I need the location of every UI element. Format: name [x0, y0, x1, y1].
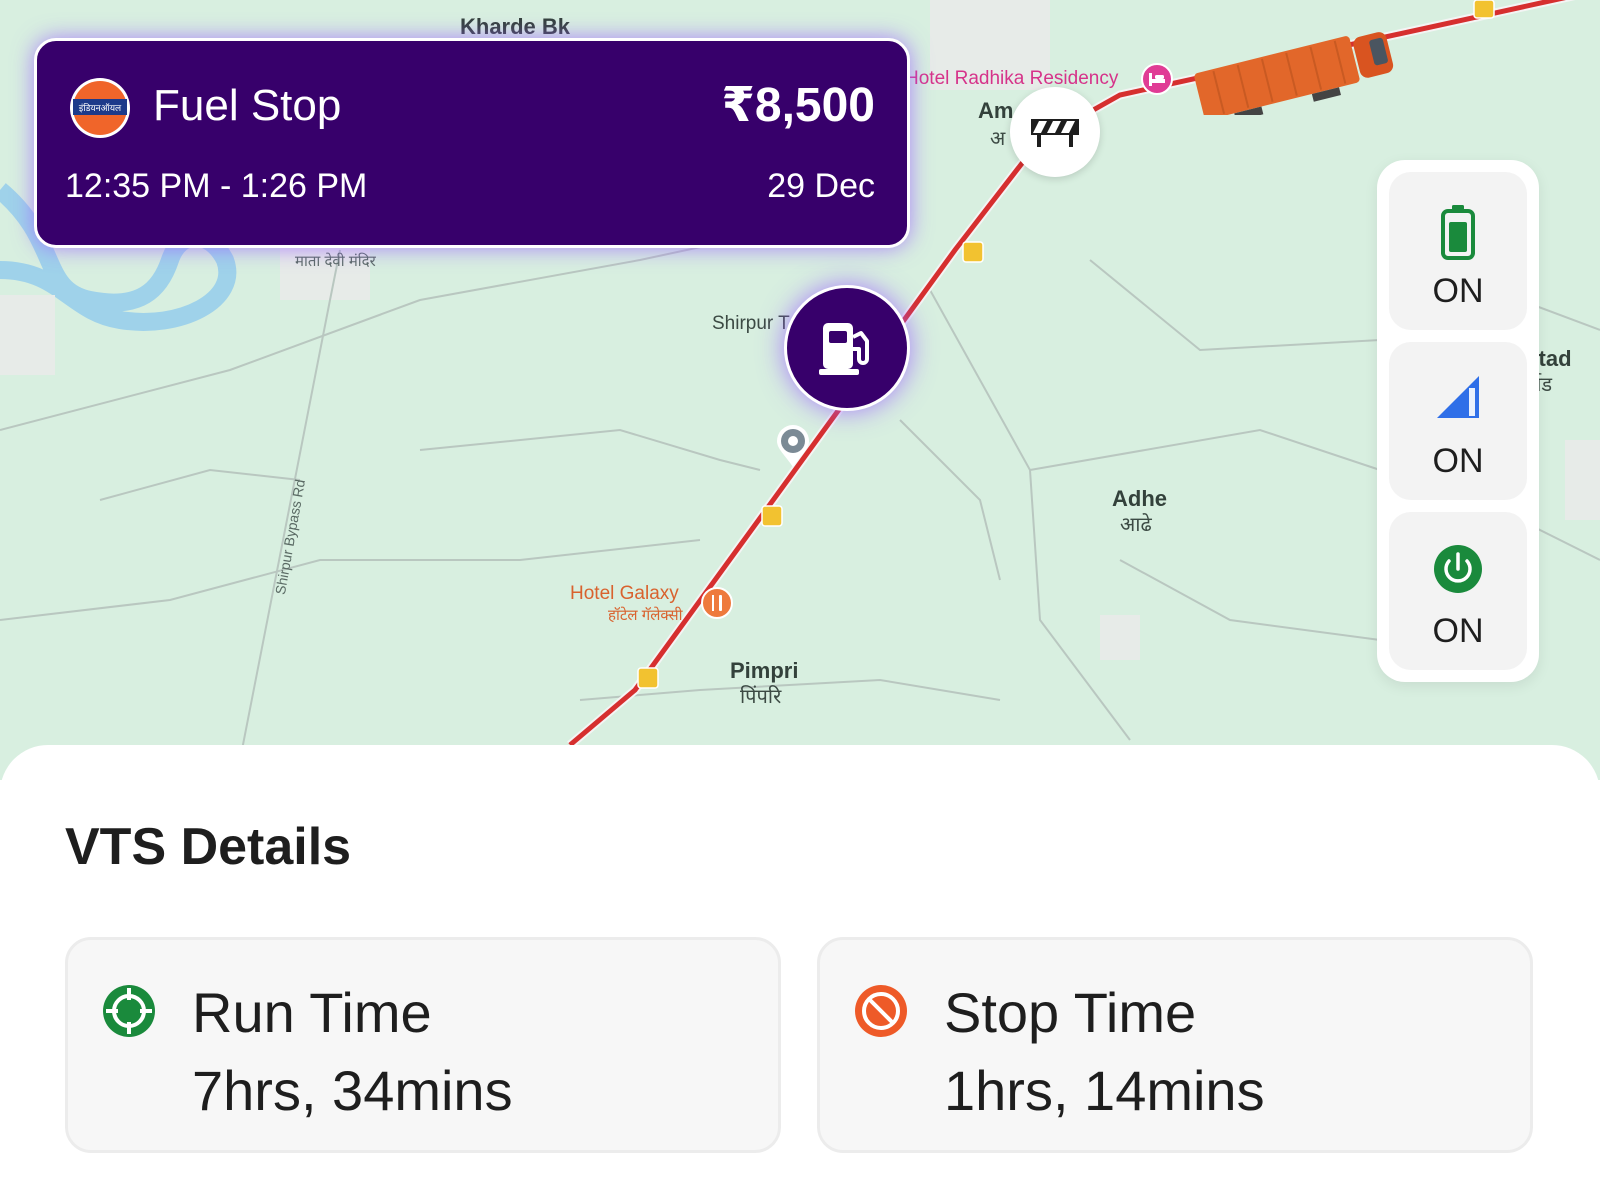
- fuel-pump-icon: [819, 323, 869, 375]
- road-barrier-marker[interactable]: [1010, 87, 1100, 177]
- vts-details-title: VTS Details: [65, 818, 352, 876]
- map-label-hotel-galaxy-dev: हॉटेल गॅलेक्सी: [608, 607, 683, 624]
- fuel-stop-amount: ₹8,500: [721, 79, 875, 132]
- indian-oil-logo: इंडियनऑयल: [70, 78, 130, 138]
- fuel-stop-date: 29 Dec: [767, 167, 875, 205]
- map-label-shirpur: Shirpur T: [712, 313, 790, 334]
- no-entry-icon: [855, 985, 907, 1037]
- map-label-pimpri-dev: पिंपरि: [740, 686, 782, 708]
- run-time-value: 7hrs, 34mins: [192, 1059, 513, 1122]
- map-label-pimpri: Pimpri: [730, 658, 799, 683]
- fuel-stop-card[interactable]: इंडियनऑयल Fuel Stop ₹8,500 12:35 PM - 1:…: [34, 38, 910, 248]
- ignition-status[interactable]: ON: [1389, 512, 1527, 670]
- restaurant-pin-icon[interactable]: [700, 586, 734, 620]
- hotel-icon[interactable]: [1140, 62, 1174, 96]
- stop-time-card[interactable]: Stop Time 1hrs, 14mins: [817, 937, 1533, 1153]
- truck-icon[interactable]: [1185, 20, 1400, 115]
- fuel-stop-time-range: 12:35 PM - 1:26 PM: [65, 167, 368, 205]
- map-label-hotel-galaxy: Hotel Galaxy: [570, 583, 679, 604]
- battery-icon: [1441, 205, 1475, 260]
- indian-oil-logo-text: इंडियनऑयल: [79, 102, 122, 114]
- fuel-stop-title: Fuel Stop: [153, 81, 342, 130]
- signal-status-label: ON: [1432, 442, 1484, 480]
- map-label-adhe: Adhe: [1112, 486, 1167, 511]
- map-label-kharde: Kharde Bk: [460, 14, 571, 39]
- fuel-stop-marker[interactable]: [784, 285, 910, 411]
- battery-status[interactable]: ON: [1389, 172, 1527, 330]
- map-label-am: Am: [978, 98, 1014, 123]
- vts-details-sheet: VTS Details Run Time 7hrs, 34mins Stop T…: [0, 745, 1600, 1200]
- ignition-status-label: ON: [1432, 612, 1484, 650]
- map-label-mata-devi: माता देवी मंदिर: [295, 253, 376, 270]
- run-time-label: Run Time: [192, 981, 432, 1044]
- map-label-hotel-radhika: Hotel Radhika Residency: [905, 68, 1119, 89]
- run-time-card[interactable]: Run Time 7hrs, 34mins: [65, 937, 781, 1153]
- signal-status[interactable]: ON: [1389, 342, 1527, 500]
- road-barrier-icon: [1031, 119, 1079, 147]
- map-label-am-dev: अ: [990, 128, 1006, 150]
- stop-time-value: 1hrs, 14mins: [944, 1059, 1265, 1122]
- crosshair-icon: [103, 985, 155, 1037]
- signal-icon: [1437, 376, 1479, 418]
- device-status-panel: ON ON ON: [1377, 160, 1539, 682]
- battery-status-label: ON: [1432, 272, 1484, 310]
- map-label-adhe-dev: आढे: [1120, 514, 1152, 536]
- power-icon: [1434, 545, 1482, 593]
- stop-time-label: Stop Time: [944, 981, 1197, 1044]
- location-pin-icon[interactable]: [775, 425, 811, 469]
